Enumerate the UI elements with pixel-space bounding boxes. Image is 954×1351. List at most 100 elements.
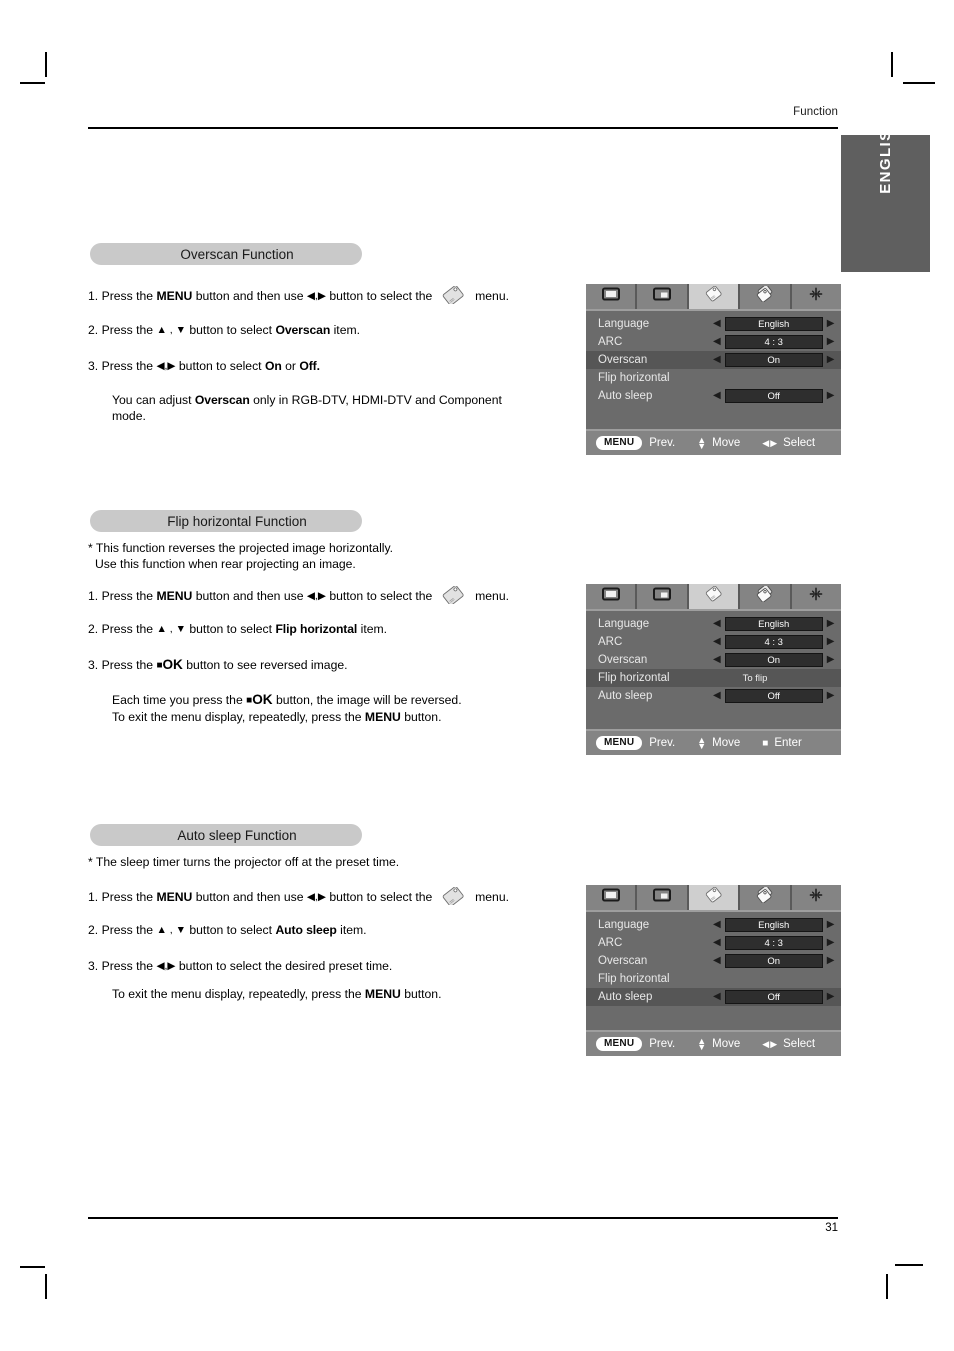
caret-right-icon[interactable]: ▶ — [827, 956, 835, 966]
osd-tab-screen[interactable] — [586, 284, 638, 309]
osd-menu-chip[interactable]: MENU — [596, 736, 643, 750]
caret-left-icon[interactable]: ◀ — [713, 637, 721, 647]
osd-row-label: Auto sleep — [598, 690, 653, 702]
osd-row[interactable]: ARC ◀ 4 : 3 ▶ — [586, 333, 841, 351]
osd-row[interactable]: Language ◀ English ▶ — [586, 315, 841, 333]
osd-value-control[interactable]: ◀ Off ▶ — [713, 389, 834, 403]
osd-tab-adjust[interactable] — [792, 584, 841, 609]
step-text: Press the — [101, 959, 154, 973]
osd-tab-tag[interactable] — [688, 885, 741, 910]
step-text: button to select the — [329, 289, 433, 303]
osd-tab-adjust[interactable] — [792, 284, 841, 309]
osd-tab-pip[interactable] — [637, 584, 689, 609]
osd-value-control[interactable]: ◀ 4 : 3 ▶ — [713, 635, 834, 649]
osd-tab-pip[interactable] — [637, 885, 689, 910]
osd-tab-tag[interactable] — [688, 584, 741, 609]
osd-row[interactable]: Language ◀ English ▶ — [586, 615, 841, 633]
osd-tab-screen[interactable] — [586, 885, 638, 910]
caret-left-icon[interactable]: ◀ — [713, 691, 721, 701]
osd-row[interactable]: Flip horizontal To flip — [586, 669, 841, 687]
caret-left-icon[interactable]: ◀ — [713, 938, 721, 948]
osd-value: 4 : 3 — [724, 335, 823, 349]
caret-left-icon[interactable]: ◀ — [713, 920, 721, 930]
osd-value-control[interactable]: ◀ English ▶ — [713, 317, 834, 331]
flip-note: Each time you press the ■OK button, the … — [112, 692, 462, 725]
caret-right-icon[interactable]: ▶ — [827, 319, 835, 329]
osd-value-control[interactable]: ◀ 4 : 3 ▶ — [713, 335, 834, 349]
osd-tab-adjust[interactable] — [792, 885, 841, 910]
caret-right-icon[interactable]: ▶ — [827, 655, 835, 665]
caret-right-icon[interactable]: ▶ — [827, 938, 835, 948]
ok-keyword: OK — [162, 657, 183, 672]
osd-value-control[interactable]: ◀ English ▶ — [713, 617, 834, 631]
osd-row[interactable]: Language ◀ English ▶ — [586, 916, 841, 934]
osd-footer-move-label: Move — [712, 737, 741, 749]
left-right-arrow-glyph: ◀,▶ — [156, 960, 176, 972]
step-text: button to select — [189, 622, 273, 636]
osd-value-control[interactable]: ◀ Off ▶ — [713, 689, 834, 703]
osd-value-control[interactable]: ◀ English ▶ — [713, 918, 834, 932]
osd-tab-double-tag[interactable] — [740, 584, 792, 609]
sleep-step-1: 1. Press the MENU button and then use ◀,… — [88, 886, 509, 907]
caret-right-icon[interactable]: ▶ — [827, 992, 835, 1002]
caret-left-icon[interactable]: ◀ — [713, 391, 721, 401]
caret-left-icon[interactable]: ◀ — [713, 619, 721, 629]
osd-menu-chip[interactable]: MENU — [596, 1037, 643, 1051]
left-right-arrow-icon: ◀▶ — [762, 1038, 779, 1049]
caret-right-icon[interactable]: ▶ — [827, 637, 835, 647]
osd-tab-pip[interactable] — [637, 284, 689, 309]
caret-right-icon[interactable]: ▶ — [827, 391, 835, 401]
osd-row-label: Flip horizontal — [598, 973, 670, 985]
osd-row[interactable]: ARC ◀ 4 : 3 ▶ — [586, 934, 841, 952]
osd-row[interactable]: Auto sleep ◀ Off ▶ — [586, 687, 841, 705]
osd-row[interactable]: Overscan ◀ On ▶ — [586, 952, 841, 970]
osd-row[interactable]: ARC ◀ 4 : 3 ▶ — [586, 633, 841, 651]
caret-left-icon[interactable]: ◀ — [713, 655, 721, 665]
osd-value-control[interactable]: ◀ Off ▶ — [713, 990, 834, 1004]
left-right-arrow-glyph: ◀,▶ — [306, 590, 326, 602]
osd-tab-double-tag[interactable] — [740, 885, 792, 910]
note-text: mode. — [112, 409, 146, 423]
section-heading-overscan-label: Overscan Function — [180, 246, 294, 262]
osd-row-label: ARC — [598, 636, 623, 648]
osd-row[interactable]: Flip horizontal — [586, 369, 841, 387]
osd-tab-tag[interactable] — [688, 284, 741, 309]
note-text: You can adjust — [112, 393, 192, 407]
osd-value: On — [724, 653, 823, 667]
caret-right-icon[interactable]: ▶ — [827, 337, 835, 347]
caret-left-icon[interactable]: ◀ — [713, 355, 721, 365]
osd-row[interactable]: Overscan ◀ On ▶ — [586, 351, 841, 369]
osd-value-control[interactable]: ◀ On ▶ — [713, 353, 834, 367]
caret-right-icon[interactable]: ▶ — [827, 355, 835, 365]
osd-row-list: Language ◀ English ▶ ARC ◀ 4 : 3 ▶ Overscan ◀ On ▶ F… — [586, 611, 841, 729]
osd-row[interactable]: Auto sleep ◀ Off ▶ — [586, 387, 841, 405]
menu-keyword: MENU — [156, 589, 193, 603]
note-text: To exit the menu display, repeatedly, pr… — [112, 710, 362, 724]
crop-mark-tr-v — [891, 52, 893, 77]
note-text: To exit the menu display, repeatedly, pr… — [112, 987, 362, 1001]
osd-value-control[interactable]: ◀ 4 : 3 ▶ — [713, 936, 834, 950]
caret-right-icon[interactable]: ▶ — [827, 691, 835, 701]
osd-value-control[interactable]: ◀ On ▶ — [713, 653, 834, 667]
flip-intro: * This function reverses the projected i… — [88, 540, 393, 572]
osd-row[interactable]: Auto sleep ◀ Off ▶ — [586, 988, 841, 1006]
caret-left-icon[interactable]: ◀ — [713, 956, 721, 966]
overscan-step-1: 1. Press the MENU button and then use ◀,… — [88, 285, 509, 306]
osd-row[interactable]: Overscan ◀ On ▶ — [586, 651, 841, 669]
up-down-arrow-icon: ▲ ▼ — [697, 1036, 707, 1052]
osd-value-control[interactable]: ◀ On ▶ — [713, 954, 834, 968]
caret-right-icon[interactable]: ▶ — [827, 920, 835, 930]
caret-right-icon[interactable]: ▶ — [827, 619, 835, 629]
left-right-arrow-glyph: ◀,▶ — [306, 290, 326, 302]
caret-left-icon[interactable]: ◀ — [713, 337, 721, 347]
crop-mark-tl-v — [45, 52, 47, 77]
osd-tab-double-tag[interactable] — [740, 284, 792, 309]
caret-left-icon[interactable]: ◀ — [713, 319, 721, 329]
osd-menu-chip[interactable]: MENU — [596, 436, 643, 450]
osd-row[interactable]: Flip horizontal — [586, 970, 841, 988]
auto-sleep-keyword: Auto sleep — [275, 923, 337, 937]
caret-left-icon[interactable]: ◀ — [713, 992, 721, 1002]
osd-spacer — [586, 405, 841, 427]
osd-value: English — [724, 317, 823, 331]
osd-tab-screen[interactable] — [586, 584, 638, 609]
